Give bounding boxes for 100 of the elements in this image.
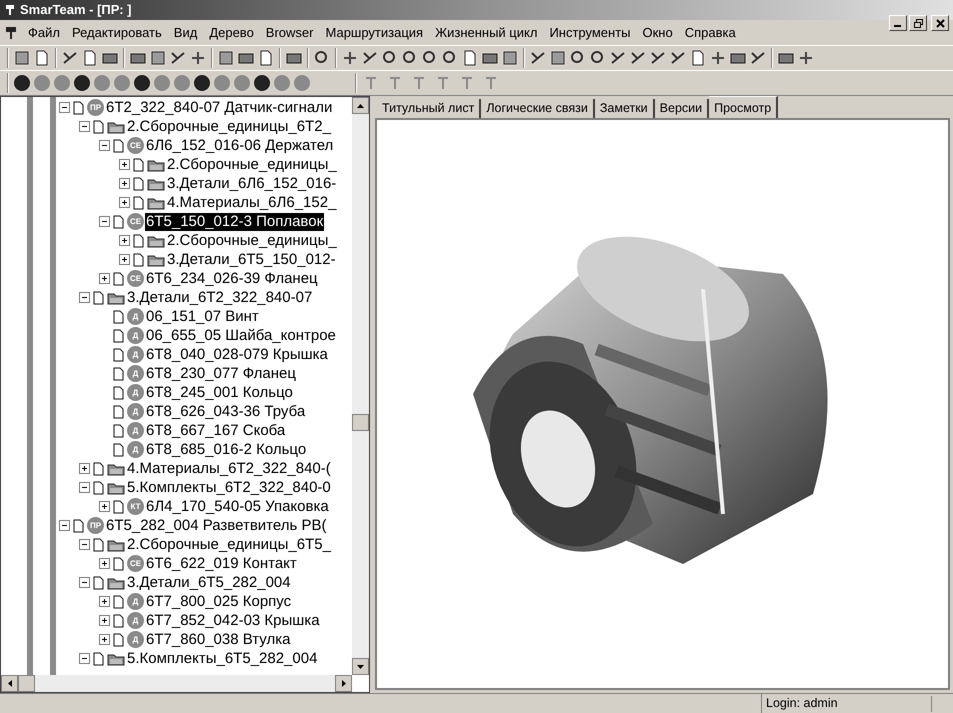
toolbar-icon[interactable] [14, 50, 30, 66]
tree-item[interactable]: 06_655_05 Шайба_контрое [145, 326, 337, 344]
toolbar-icon[interactable] [190, 50, 206, 66]
menu-item[interactable]: Редактировать [66, 22, 168, 42]
toolbar-icon[interactable] [82, 50, 98, 66]
tree-item[interactable]: 6Т6_234_026-39 Фланец [145, 270, 319, 288]
expand-icon[interactable] [99, 501, 110, 512]
expand-icon[interactable] [119, 159, 130, 170]
collapse-icon[interactable] [59, 102, 70, 113]
menu-item[interactable]: Маршрутизация [319, 22, 430, 42]
tree-item[interactable]: 5.Комплекты_6Т5_282_004 [126, 650, 318, 668]
tree-item[interactable]: 3.Детали_6Т5_150_012- [166, 250, 337, 268]
toolbar-icon[interactable] [362, 50, 378, 66]
collapse-icon[interactable] [79, 577, 90, 588]
tree-item[interactable]: 6Л4_170_540-05 Упаковка [145, 498, 330, 516]
toolbar-icon[interactable] [798, 50, 814, 66]
expand-icon[interactable] [119, 235, 130, 246]
tree-item[interactable]: 3.Детали_6Т2_322_840-07 [126, 288, 314, 306]
tree-item[interactable]: 6Т8_667_167 Скоба [145, 422, 286, 440]
collapse-icon[interactable] [79, 653, 90, 664]
tree-item[interactable]: 6Т8_230_077 Фланец [145, 364, 297, 382]
toolbar-icon[interactable] [750, 50, 766, 66]
tree-item[interactable]: 6Л6_152_016-06 Держател [145, 136, 334, 154]
expand-icon[interactable] [119, 178, 130, 189]
collapse-icon[interactable] [99, 140, 110, 151]
toolbar-icon[interactable] [442, 50, 458, 66]
toolbar-icon[interactable] [710, 50, 726, 66]
expand-icon[interactable] [99, 634, 110, 645]
menu-item[interactable]: Окно [636, 22, 679, 42]
menu-item[interactable]: Жизненный цикл [429, 22, 544, 42]
expand-icon[interactable] [79, 463, 90, 474]
tree-item[interactable]: 6Т8_040_028-079 Крышка [145, 346, 329, 364]
expand-icon[interactable] [99, 596, 110, 607]
toolbar-icon[interactable] [314, 50, 330, 66]
collapse-icon[interactable] [99, 216, 110, 227]
expand-icon[interactable] [99, 615, 110, 626]
tree-item[interactable]: 3.Детали_6Т5_282_004 [126, 574, 292, 592]
tree-item[interactable]: 4.Материалы_6Т2_322_840-( [126, 460, 332, 478]
scroll-thumb[interactable] [352, 414, 369, 431]
tree-item[interactable]: 6Т5_150_012-3 Поплавок [145, 212, 324, 230]
toolbar-icon[interactable] [462, 50, 478, 66]
toolbar-icon[interactable] [402, 50, 418, 66]
tree-item[interactable]: 2.Сборочные_единицы_6Т2_ [126, 118, 332, 136]
tree-item[interactable]: 4.Материалы_6Л6_152_ [166, 194, 338, 212]
type-filter-icon[interactable] [73, 74, 91, 92]
tree-item[interactable]: 5.Комплекты_6Т2_322_840-0 [126, 478, 332, 496]
menu-item[interactable]: Справка [678, 22, 742, 42]
toolbar-icon[interactable] [62, 50, 78, 66]
toolbar-icon[interactable] [690, 50, 706, 66]
toolbar-icon[interactable] [34, 50, 50, 66]
toolbar-icon[interactable] [630, 50, 646, 66]
restore-button[interactable] [909, 15, 927, 31]
minimize-button[interactable] [889, 15, 907, 31]
toolbar-icon[interactable] [670, 50, 686, 66]
collapse-icon[interactable] [79, 482, 90, 493]
horizontal-scrollbar[interactable] [1, 675, 352, 692]
collapse-icon[interactable] [79, 539, 90, 550]
tree-item[interactable]: 6Т8_626_043-36 Труба [145, 402, 306, 420]
toolbar-icon[interactable] [590, 50, 606, 66]
tree-item[interactable]: 06_151_07 Винт [145, 308, 260, 326]
vertical-scrollbar[interactable] [352, 97, 369, 675]
expand-icon[interactable] [119, 197, 130, 208]
tree-item[interactable]: 6Т2_322_840-07 Датчик-сигнали [105, 98, 334, 116]
type-filter-icon[interactable] [133, 74, 151, 92]
tree-item[interactable]: 6Т8_245_001 Кольцо [145, 384, 294, 402]
tree-item[interactable]: 6Т7_852_042-03 Крышка [145, 612, 321, 630]
type-filter-icon[interactable] [253, 74, 271, 92]
menu-item[interactable]: Файл [22, 22, 66, 42]
collapse-icon[interactable] [79, 292, 90, 303]
toolbar-icon[interactable] [150, 50, 166, 66]
toolbar-icon[interactable] [650, 50, 666, 66]
collapse-icon[interactable] [59, 520, 70, 531]
tree-item[interactable]: 6Т7_800_025 Корпус [145, 592, 292, 610]
type-filter-icon[interactable] [193, 74, 211, 92]
toolbar-icon[interactable] [550, 50, 566, 66]
tree-item[interactable]: 6Т8_685_016-2 Кольцо [145, 440, 308, 458]
scroll-thumb[interactable] [18, 675, 35, 692]
tree-item[interactable]: 6Т6_622_019 Контакт [145, 554, 298, 572]
tree-item[interactable]: 6Т7_860_038 Втулка [145, 630, 292, 648]
toolbar-icon[interactable] [570, 50, 586, 66]
toolbar-icon[interactable] [382, 50, 398, 66]
toolbar-icon[interactable] [258, 50, 274, 66]
toolbar-icon[interactable] [170, 50, 186, 66]
tree-item[interactable]: 6Т5_282_004 Разветвитель РВ( [105, 516, 328, 534]
type-filter-icon[interactable] [13, 74, 31, 92]
menu-item[interactable]: Вид [168, 22, 204, 42]
menu-item[interactable]: Browser [260, 22, 320, 42]
close-button[interactable] [931, 15, 949, 31]
toolbar-icon[interactable] [218, 50, 234, 66]
toolbar-icon[interactable] [610, 50, 626, 66]
toolbar-icon[interactable] [342, 50, 358, 66]
expand-icon[interactable] [99, 558, 110, 569]
toolbar-icon[interactable] [530, 50, 546, 66]
tab[interactable]: Просмотр [709, 96, 778, 118]
tree-item[interactable]: 2.Сборочные_единицы_ [166, 156, 338, 174]
tree-item[interactable]: 2.Сборочные_единицы_6Т5_ [126, 536, 332, 554]
collapse-icon[interactable] [79, 121, 90, 132]
expand-icon[interactable] [99, 273, 110, 284]
tree-item[interactable]: 2.Сборочные_единицы_ [166, 232, 338, 250]
menu-item[interactable]: Инструменты [543, 22, 636, 42]
